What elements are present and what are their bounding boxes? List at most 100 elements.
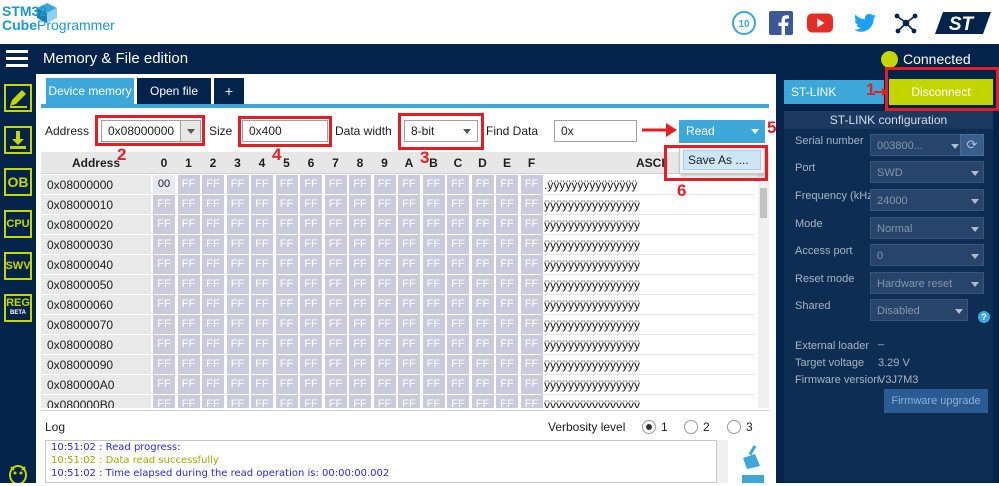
byte-cell[interactable]: FF [275,375,298,394]
byte-cell[interactable]: FF [398,235,420,254]
byte-cell[interactable]: FF [471,375,494,394]
read-button[interactable]: Read [679,120,765,143]
byte-cell[interactable]: FF [447,255,469,274]
byte-cell[interactable]: FF [300,275,322,294]
byte-cell[interactable]: FF [324,195,347,214]
byte-cell[interactable]: FF [422,275,445,294]
byte-cell[interactable]: FF [373,375,396,394]
byte-cell[interactable]: FF [275,355,298,374]
byte-cell[interactable]: FF [226,195,249,214]
byte-cell[interactable]: FF [373,175,396,194]
byte-cell[interactable]: FF [202,395,224,408]
byte-cell[interactable]: FF [349,215,371,234]
byte-cell[interactable]: FF [251,315,273,334]
byte-cell[interactable]: FF [300,235,322,254]
byte-cell[interactable]: FF [471,315,494,334]
byte-cell[interactable]: FF [251,295,273,314]
byte-cell[interactable]: FF [300,295,322,314]
byte-cell[interactable]: FF [177,195,200,214]
table-row[interactable]: 0x08000020 FF FF FF FF FF FF FF FF FF FF FF FF FF FF FF… [41,215,757,235]
network-icon[interactable] [893,10,919,36]
byte-cell[interactable]: FF [226,355,249,374]
tab-add[interactable]: + [214,78,244,104]
byte-cell[interactable]: FF [300,395,322,408]
byte-cell[interactable]: FF [177,355,200,374]
sidebar-item-ob[interactable]: OB [4,168,32,196]
byte-cell[interactable]: FF [398,315,420,334]
firmware-upgrade-button[interactable]: Firmware upgrade [884,389,988,413]
byte-cell[interactable]: FF [398,215,420,234]
byte-cell[interactable]: FF [373,215,396,234]
byte-cell[interactable]: FF [496,315,518,334]
byte-cell[interactable]: FF [226,395,249,408]
byte-cell[interactable]: FF [275,255,298,274]
clear-log-icon[interactable] [740,444,764,470]
byte-cell[interactable]: FF [349,255,371,274]
byte-cell[interactable]: FF [153,295,175,314]
byte-cell[interactable]: FF [275,195,298,214]
table-row[interactable]: 0x08000080 FF FF FF FF FF FF FF FF FF FF FF FF FF FF FF… [41,335,757,355]
byte-cell[interactable]: FF [373,315,396,334]
byte-cell[interactable]: FF [496,355,518,374]
port-dropdown[interactable]: SWD [870,161,984,183]
byte-cell[interactable]: FF [251,395,273,408]
byte-cell[interactable]: FF [324,275,347,294]
byte-cell[interactable]: FF [349,175,371,194]
byte-cell[interactable]: FF [422,295,445,314]
table-row[interactable]: 0x08000050 FF FF FF FF FF FF FF FF FF FF FF FF FF FF FF… [41,275,757,295]
byte-cell[interactable]: FF [177,215,200,234]
tab-open-file[interactable]: Open file [137,78,211,104]
byte-cell[interactable]: FF [153,355,175,374]
table-row[interactable]: 0x08000030 FF FF FF FF FF FF FF FF FF FF FF FF FF FF FF… [41,235,757,255]
byte-cell[interactable]: FF [422,175,445,194]
table-row[interactable]: 0x080000B0 FF FF FF FF FF FF FF FF FF FF FF FF FF FF FF… [41,395,757,408]
grid-scrollbar[interactable] [758,174,769,408]
byte-cell[interactable]: FF [398,335,420,354]
byte-cell[interactable]: FF [398,275,420,294]
byte-cell[interactable]: FF [251,335,273,354]
byte-cell[interactable]: FF [300,335,322,354]
byte-cell[interactable]: FF [373,195,396,214]
byte-cell[interactable]: FF [202,255,224,274]
byte-cell[interactable]: FF [153,195,175,214]
byte-cell[interactable]: FF [177,255,200,274]
table-row[interactable]: 0x08000040 FF FF FF FF FF FF FF FF FF FF FF FF FF FF FF… [41,255,757,275]
byte-cell[interactable]: FF [153,215,175,234]
byte-cell[interactable]: FF [202,275,224,294]
byte-cell[interactable]: FF [226,215,249,234]
byte-cell[interactable]: FF [349,275,371,294]
byte-cell[interactable]: FF [471,395,494,408]
byte-cell[interactable]: FF [177,175,200,194]
byte-cell[interactable]: FF [177,395,200,408]
byte-cell[interactable]: FF [496,295,518,314]
frequency-dropdown[interactable]: 24000 [870,189,984,211]
refresh-icon[interactable]: ⟳ [960,134,984,156]
byte-cell[interactable]: FF [324,215,347,234]
byte-cell[interactable]: FF [471,255,494,274]
byte-cell[interactable]: FF [422,395,445,408]
byte-cell[interactable]: FF [447,175,469,194]
byte-cell[interactable]: FF [153,235,175,254]
byte-cell[interactable]: FF [447,335,469,354]
byte-cell[interactable]: FF [251,255,273,274]
byte-cell[interactable]: FF [496,255,518,274]
byte-cell[interactable]: FF [496,375,518,394]
youtube-icon[interactable] [807,10,833,36]
verbosity-radio-3[interactable] [727,420,741,434]
byte-cell[interactable]: FF [202,355,224,374]
byte-cell[interactable]: FF [153,275,175,294]
byte-cell[interactable]: FF [202,195,224,214]
table-row[interactable]: 0x08000090 FF FF FF FF FF FF FF FF FF FF FF FF FF FF FF… [41,355,757,375]
sidebar-item-erase-programming[interactable] [4,84,32,112]
reset-mode-dropdown[interactable]: Hardware reset [870,272,984,294]
byte-cell[interactable]: FF [496,235,518,254]
byte-cell[interactable]: FF [324,375,347,394]
byte-cell[interactable]: FF [447,315,469,334]
mode-dropdown[interactable]: Normal [870,217,984,239]
byte-cell[interactable]: FF [251,195,273,214]
byte-cell[interactable]: FF [275,335,298,354]
byte-cell[interactable]: FF [324,255,347,274]
byte-cell[interactable]: FF [422,335,445,354]
byte-cell[interactable]: FF [496,195,518,214]
byte-cell[interactable]: FF [496,275,518,294]
